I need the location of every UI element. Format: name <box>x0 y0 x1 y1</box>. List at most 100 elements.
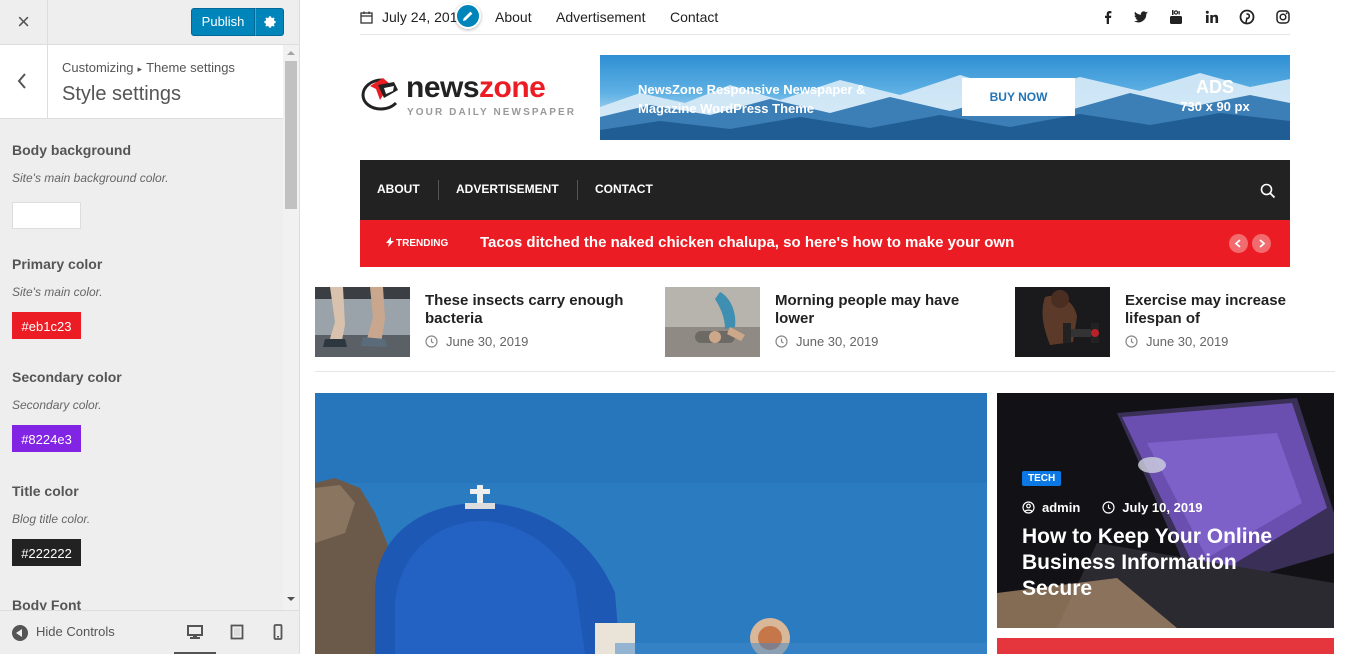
trending-label: TRENDING <box>386 237 448 249</box>
collapse-icon <box>12 624 28 641</box>
control-primary-color: Primary color Site's main color. #eb1c23 <box>12 256 272 339</box>
control-label: Primary color <box>12 256 103 272</box>
scroll-down-icon[interactable] <box>287 597 295 601</box>
logo-text-news: news <box>406 71 480 104</box>
small-post: Morning people may have lower June 30, 2… <box>665 287 985 357</box>
control-label: Title color <box>12 483 79 499</box>
divider <box>315 371 1335 372</box>
clock-icon <box>1102 501 1115 514</box>
trending-label-text: TRENDING <box>396 238 449 249</box>
linkedin-icon[interactable] <box>1204 9 1220 25</box>
main-nav: ABOUT ADVERTISEMENT CONTACT <box>360 160 1290 220</box>
post-date: June 30, 2019 <box>1146 334 1229 349</box>
search-icon[interactable] <box>1260 183 1276 199</box>
side-post-author[interactable]: admin <box>1042 500 1080 515</box>
secondary-color-picker[interactable]: #8224e3 <box>12 425 81 452</box>
post-title[interactable]: These insects carry enough bacteria <box>425 292 635 328</box>
small-post: Exercise may increase lifespan of June 3… <box>1015 287 1335 357</box>
post-thumbnail[interactable] <box>665 287 760 357</box>
small-post: These insects carry enough bacteria June… <box>315 287 635 357</box>
post-title[interactable]: Morning people may have lower <box>775 292 985 328</box>
ad-title: ADS <box>1195 77 1234 97</box>
pencil-icon <box>463 11 473 21</box>
top-link-about[interactable]: About <box>495 9 532 25</box>
yoga-mat-image <box>665 287 760 357</box>
desktop-icon <box>187 625 203 639</box>
nav-item-advertisement[interactable]: ADVERTISEMENT <box>456 182 559 196</box>
section-title: Style settings <box>62 83 181 105</box>
preview-desktop-button[interactable] <box>174 611 216 654</box>
category-badge[interactable]: TECH <box>1022 471 1062 486</box>
scroll-up-icon[interactable] <box>287 51 295 55</box>
featured-image[interactable] <box>315 393 987 654</box>
control-label: Secondary color <box>12 369 122 385</box>
customizer-sidebar: × Publish Customizing ▸ Theme settings Sty… <box>0 0 300 654</box>
logo-mark-icon <box>361 78 398 111</box>
logo-text: newszone <box>406 71 546 105</box>
controls-list: Body background Site's main background c… <box>0 119 283 610</box>
post-meta: June 30, 2019 <box>425 334 528 349</box>
top-link-advertisement[interactable]: Advertisement <box>556 9 645 25</box>
tablet-icon <box>230 624 244 640</box>
post-meta: June 30, 2019 <box>1125 334 1228 349</box>
post-meta: June 30, 2019 <box>775 334 878 349</box>
nav-item-contact[interactable]: CONTACT <box>595 182 653 196</box>
title-color-picker[interactable]: #222222 <box>12 539 81 566</box>
edit-shortcut-button[interactable] <box>455 3 481 29</box>
breadcrumb-parent: Theme settings <box>146 60 235 75</box>
chevron-left-icon <box>17 73 26 89</box>
customizer-footer: Hide Controls <box>0 610 299 654</box>
post-thumbnail[interactable] <box>315 287 410 357</box>
primary-color-picker[interactable]: #eb1c23 <box>12 312 81 339</box>
instagram-icon[interactable] <box>1275 9 1291 25</box>
back-button[interactable] <box>0 45 48 118</box>
preview-mobile-button[interactable] <box>257 611 299 654</box>
clock-icon <box>775 335 788 348</box>
post-thumbnail[interactable] <box>1015 287 1110 357</box>
top-bar: July 24, 2019 About Advertisement Contac… <box>360 0 1290 35</box>
nav-item-about[interactable]: ABOUT <box>377 182 420 196</box>
clock-icon <box>1125 335 1138 348</box>
trending-next-button[interactable] <box>1252 234 1271 253</box>
youtube-icon[interactable] <box>1168 9 1184 25</box>
facebook-icon[interactable] <box>1100 9 1116 25</box>
trending-prev-button[interactable] <box>1229 234 1248 253</box>
side-post-title[interactable]: How to Keep Your Online Business Informa… <box>1022 524 1312 602</box>
ad-size: 730 x 90 px <box>1180 99 1250 114</box>
side-post-meta: admin July 10, 2019 <box>1022 500 1203 515</box>
lightning-icon <box>386 237 394 247</box>
chevron-right-icon <box>1259 239 1266 248</box>
gear-icon <box>264 16 276 28</box>
twitter-icon[interactable] <box>1133 9 1149 25</box>
nav-divider <box>577 180 578 200</box>
chevron-left-icon <box>1234 239 1241 248</box>
publish-button[interactable]: Publish <box>191 8 255 36</box>
post-title[interactable]: Exercise may increase lifespan of <box>1125 292 1335 328</box>
close-customizer-button[interactable]: × <box>0 0 48 45</box>
side-post-card-2[interactable] <box>997 638 1334 654</box>
scrollbar-thumb[interactable] <box>285 61 297 209</box>
ad-buy-now-button[interactable]: BUY NOW <box>962 78 1075 116</box>
site-logo[interactable]: newszone YOUR DAILY NEWSPAPER <box>360 71 577 124</box>
ad-banner[interactable]: NewsZone Responsive Newspaper & Magazine… <box>600 55 1290 140</box>
pinterest-icon[interactable] <box>1239 9 1255 25</box>
body-background-color-picker[interactable] <box>12 202 81 229</box>
hide-controls-button[interactable]: Hide Controls <box>12 624 115 641</box>
publish-settings-button[interactable] <box>255 8 284 36</box>
top-link-contact[interactable]: Contact <box>670 9 718 25</box>
mobile-icon <box>273 624 283 640</box>
side-post-card[interactable]: TECH admin July 10, 2019 How to Keep Your… <box>997 393 1334 628</box>
user-icon <box>1022 501 1035 514</box>
section-header: Customizing ▸ Theme settings Style setting… <box>0 45 283 119</box>
trending-headline[interactable]: Tacos ditched the naked chicken chalupa,… <box>480 234 1014 251</box>
control-label: Body Font <box>12 597 82 610</box>
preview-tablet-button[interactable] <box>216 611 258 654</box>
control-label: Body background <box>12 142 132 158</box>
side-post-date: July 10, 2019 <box>1122 500 1203 515</box>
clock-icon <box>425 335 438 348</box>
logo-tagline: YOUR DAILY NEWSPAPER <box>407 107 577 118</box>
breadcrumb-root: Customizing <box>62 60 134 75</box>
hide-controls-label: Hide Controls <box>36 624 115 639</box>
scrollbar[interactable] <box>283 45 299 610</box>
logo-text-zone: zone <box>479 71 546 104</box>
